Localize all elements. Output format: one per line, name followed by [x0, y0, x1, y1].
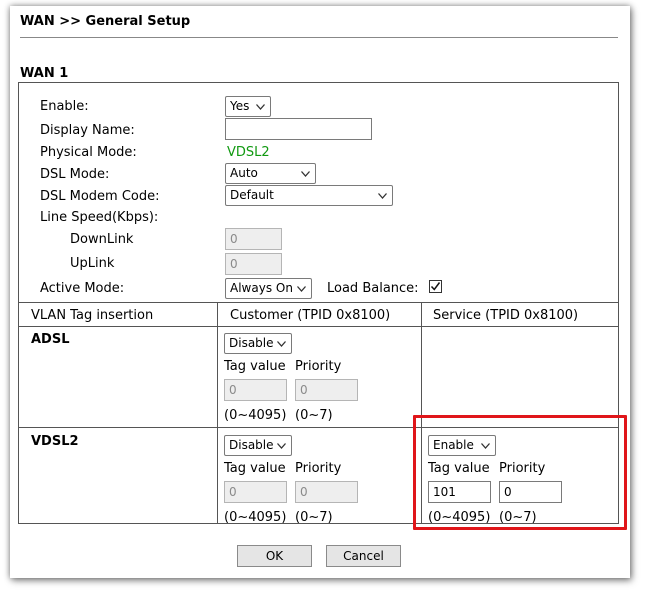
vlan-header-label: VLAN Tag insertion [31, 308, 154, 323]
vlan-col-divider-1 [217, 302, 218, 524]
vdsl2-customer-tag-range: (0~4095) [224, 510, 287, 525]
highlight-annotation [413, 415, 627, 530]
dsl-modem-code-select[interactable]: Default [225, 185, 393, 206]
vdsl2-row-label: VDSL2 [31, 434, 79, 449]
physical-mode-value: VDSL2 [227, 145, 270, 160]
chevron-down-icon [378, 193, 387, 199]
checkmark-icon [430, 282, 441, 291]
dsl-modem-code-label: DSL Modem Code: [40, 189, 160, 204]
title-divider [20, 37, 618, 38]
chevron-down-icon [256, 104, 265, 110]
enable-label: Enable: [40, 99, 89, 114]
enable-select-value: Yes [230, 99, 250, 113]
adsl-priority-label: Priority [295, 359, 342, 374]
adsl-row-label: ADSL [31, 332, 70, 347]
vlan-table-top-rule [19, 302, 618, 303]
adsl-tag-value-label: Tag value [224, 359, 286, 374]
customer-header: Customer (TPID 0x8100) [230, 308, 391, 323]
display-name-label: Display Name: [40, 123, 135, 138]
dsl-mode-label: DSL Mode: [40, 167, 110, 182]
vdsl2-customer-tag-label: Tag value [224, 461, 286, 476]
downlink-label: DownLink [70, 232, 134, 247]
chevron-down-icon [297, 286, 306, 292]
uplink-label: UpLink [70, 256, 115, 271]
page-title: WAN >> General Setup [20, 14, 191, 29]
vdsl2-customer-mode-select[interactable]: Disable [224, 435, 292, 456]
dsl-mode-select[interactable]: Auto [225, 163, 316, 184]
active-mode-select[interactable]: Always On [225, 278, 312, 299]
downlink-input[interactable]: 0 [225, 228, 282, 250]
dsl-mode-select-value: Auto [230, 166, 258, 180]
line-speed-label: Line Speed(Kbps): [40, 210, 159, 225]
service-header: Service (TPID 0x8100) [433, 308, 579, 323]
vlan-header-rule [19, 326, 618, 327]
vdsl2-customer-priority-input[interactable]: 0 [295, 481, 358, 503]
physical-mode-label: Physical Mode: [40, 145, 137, 160]
adsl-customer-mode-select[interactable]: Disable [224, 333, 292, 354]
ok-button[interactable]: OK [237, 545, 312, 567]
dsl-modem-code-select-value: Default [230, 188, 274, 202]
vdsl2-customer-mode-value: Disable [229, 438, 274, 452]
settings-window: WAN >> General Setup WAN 1 Enable: Yes D… [10, 6, 630, 578]
enable-select[interactable]: Yes [225, 96, 271, 117]
cancel-button[interactable]: Cancel [326, 545, 401, 567]
vdsl2-customer-tag-input[interactable]: 0 [224, 481, 287, 503]
uplink-input[interactable]: 0 [225, 253, 282, 275]
adsl-priority-range: (0~7) [295, 408, 333, 423]
adsl-tag-value-input[interactable]: 0 [224, 379, 287, 401]
active-mode-select-value: Always On [230, 281, 293, 295]
vdsl2-customer-priority-range: (0~7) [295, 510, 333, 525]
chevron-down-icon [277, 341, 286, 347]
adsl-customer-mode-value: Disable [229, 336, 274, 350]
display-name-input[interactable] [225, 118, 372, 140]
section-title: WAN 1 [20, 66, 69, 81]
adsl-priority-input[interactable]: 0 [295, 379, 358, 401]
load-balance-checkbox[interactable] [429, 280, 442, 293]
chevron-down-icon [277, 443, 286, 449]
load-balance-label: Load Balance: [327, 281, 419, 296]
active-mode-label: Active Mode: [40, 281, 125, 296]
vdsl2-customer-priority-label: Priority [295, 461, 342, 476]
adsl-tag-range: (0~4095) [224, 408, 287, 423]
chevron-down-icon [301, 171, 310, 177]
